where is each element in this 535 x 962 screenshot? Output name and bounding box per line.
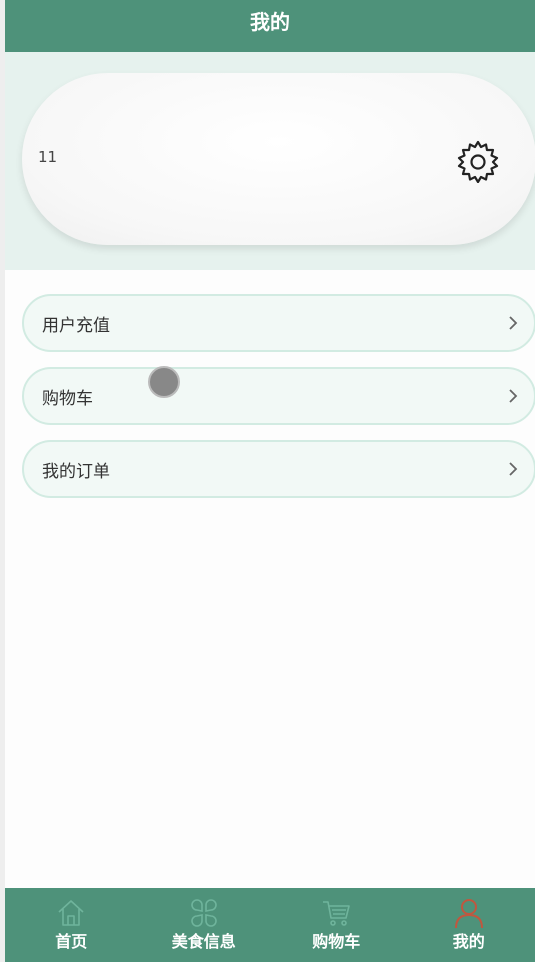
menu-item-orders[interactable]: 我的订单 — [22, 440, 535, 498]
cart-icon — [323, 901, 351, 926]
menu-list: 用户充值 购物车 我的订单 — [22, 294, 535, 513]
home-icon — [58, 900, 84, 926]
user-name: 11 — [38, 148, 58, 166]
menu-item-cart[interactable]: 购物车 — [22, 367, 535, 425]
tab-cart[interactable]: 购物车 — [270, 888, 403, 962]
menu-item-label: 我的订单 — [42, 461, 110, 482]
gear-icon — [457, 140, 499, 184]
tab-mine[interactable]: 我的 — [403, 888, 535, 962]
tab-home[interactable]: 首页 — [5, 888, 138, 962]
settings-button[interactable] — [456, 139, 500, 184]
menu-item-label: 用户充值 — [42, 315, 110, 336]
chevron-right-icon — [509, 462, 518, 476]
profile-section: 11 — [5, 52, 535, 270]
menu-item-label: 购物车 — [42, 388, 93, 409]
grid-icon — [190, 899, 217, 927]
page-title: 我的 — [250, 9, 290, 34]
menu-item-recharge[interactable]: 用户充值 — [22, 294, 535, 352]
touch-cursor-indicator — [148, 366, 180, 398]
header-bar: 我的 — [5, 0, 535, 52]
tab-label: 美食信息 — [171, 932, 236, 951]
tab-food-info[interactable]: 美食信息 — [138, 888, 271, 962]
chevron-right-icon — [509, 316, 518, 330]
chevron-right-icon — [509, 389, 518, 403]
user-icon — [454, 899, 483, 929]
profile-card: 11 — [22, 73, 535, 245]
page: 我的 11 用户充值 购物车 我的订单 首页 美食信息 购物车 我的 — [0, 0, 535, 962]
tab-label: 首页 — [55, 932, 88, 951]
tab-label: 我的 — [452, 932, 485, 951]
tab-label: 购物车 — [312, 932, 361, 951]
bottom-tab-bar: 首页 美食信息 购物车 我的 — [5, 888, 535, 962]
